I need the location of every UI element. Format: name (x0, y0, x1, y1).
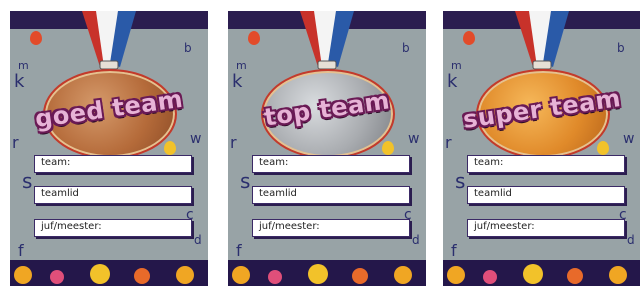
flower-icon (394, 266, 412, 284)
teacher-field-label: juf/meester: (259, 221, 320, 232)
flower-icon (352, 268, 368, 284)
decorative-letter: d (627, 233, 635, 247)
flower-icon (609, 266, 627, 284)
balloon-red-icon (463, 31, 475, 45)
ribbon-icon (515, 11, 569, 70)
decorative-letter: b (402, 41, 410, 55)
balloon-yellow-icon (164, 141, 176, 155)
teacher-field-label: juf/meester: (474, 221, 535, 232)
flower-icon (134, 268, 150, 284)
decorative-letter: r (230, 133, 237, 152)
teamlid-field[interactable]: teamlid (34, 186, 192, 204)
ribbon-icon (82, 11, 136, 70)
decorative-letter: m (236, 59, 247, 72)
medal-card-goed-team: goed team k m r s f b w c d team: teamli… (10, 11, 208, 286)
teamlid-field[interactable]: teamlid (467, 186, 625, 204)
decorative-letter: k (447, 71, 458, 92)
decorative-letter: w (623, 131, 635, 147)
decorative-letter: r (12, 133, 19, 152)
teacher-field-label: juf/meester: (41, 221, 102, 232)
flower-border (10, 260, 208, 286)
medal-card-top-team: top team k m r s f b w c d team: teamlid… (228, 11, 426, 286)
flower-icon (50, 270, 64, 284)
decorative-letter: r (445, 133, 452, 152)
flower-icon (308, 264, 328, 284)
ribbon-icon (300, 11, 354, 70)
decorative-letter: k (14, 71, 25, 92)
decorative-letter: b (184, 41, 192, 55)
team-field-label: team: (474, 157, 504, 168)
decorative-letter: w (408, 131, 420, 147)
team-field[interactable]: team: (34, 155, 192, 173)
balloon-red-icon (248, 31, 260, 45)
teacher-field[interactable]: juf/meester: (252, 219, 410, 237)
team-field-label: team: (41, 157, 71, 168)
flower-icon (523, 264, 543, 284)
decorative-letter: d (412, 233, 420, 247)
teamlid-field[interactable]: teamlid (252, 186, 410, 204)
teamlid-field-label: teamlid (41, 188, 79, 199)
medal-card-super-team: super team k m r s f b w c d team: teaml… (443, 11, 640, 286)
team-field[interactable]: team: (252, 155, 410, 173)
flower-icon (232, 266, 250, 284)
flower-border (443, 260, 640, 286)
flower-icon (483, 270, 497, 284)
decorative-letter: w (190, 131, 202, 147)
team-field-label: team: (259, 157, 289, 168)
decorative-letter: s (22, 169, 33, 193)
decorative-letter: k (232, 71, 243, 92)
teacher-field[interactable]: juf/meester: (34, 219, 192, 237)
decorative-letter: s (240, 169, 251, 193)
flower-icon (268, 270, 282, 284)
flower-icon (14, 266, 32, 284)
balloon-red-icon (30, 31, 42, 45)
decorative-letter: s (455, 169, 466, 193)
flower-icon (90, 264, 110, 284)
teacher-field[interactable]: juf/meester: (467, 219, 625, 237)
flower-icon (176, 266, 194, 284)
decorative-letter: b (617, 41, 625, 55)
decorative-letter: f (451, 241, 457, 260)
balloon-yellow-icon (382, 141, 394, 155)
teamlid-field-label: teamlid (474, 188, 512, 199)
decorative-letter: d (194, 233, 202, 247)
balloon-yellow-icon (597, 141, 609, 155)
decorative-letter: f (236, 241, 242, 260)
decorative-letter: m (18, 59, 29, 72)
decorative-letter: f (18, 241, 24, 260)
flower-border (228, 260, 426, 286)
team-field[interactable]: team: (467, 155, 625, 173)
teamlid-field-label: teamlid (259, 188, 297, 199)
decorative-letter: m (451, 59, 462, 72)
flower-icon (567, 268, 583, 284)
flower-icon (447, 266, 465, 284)
